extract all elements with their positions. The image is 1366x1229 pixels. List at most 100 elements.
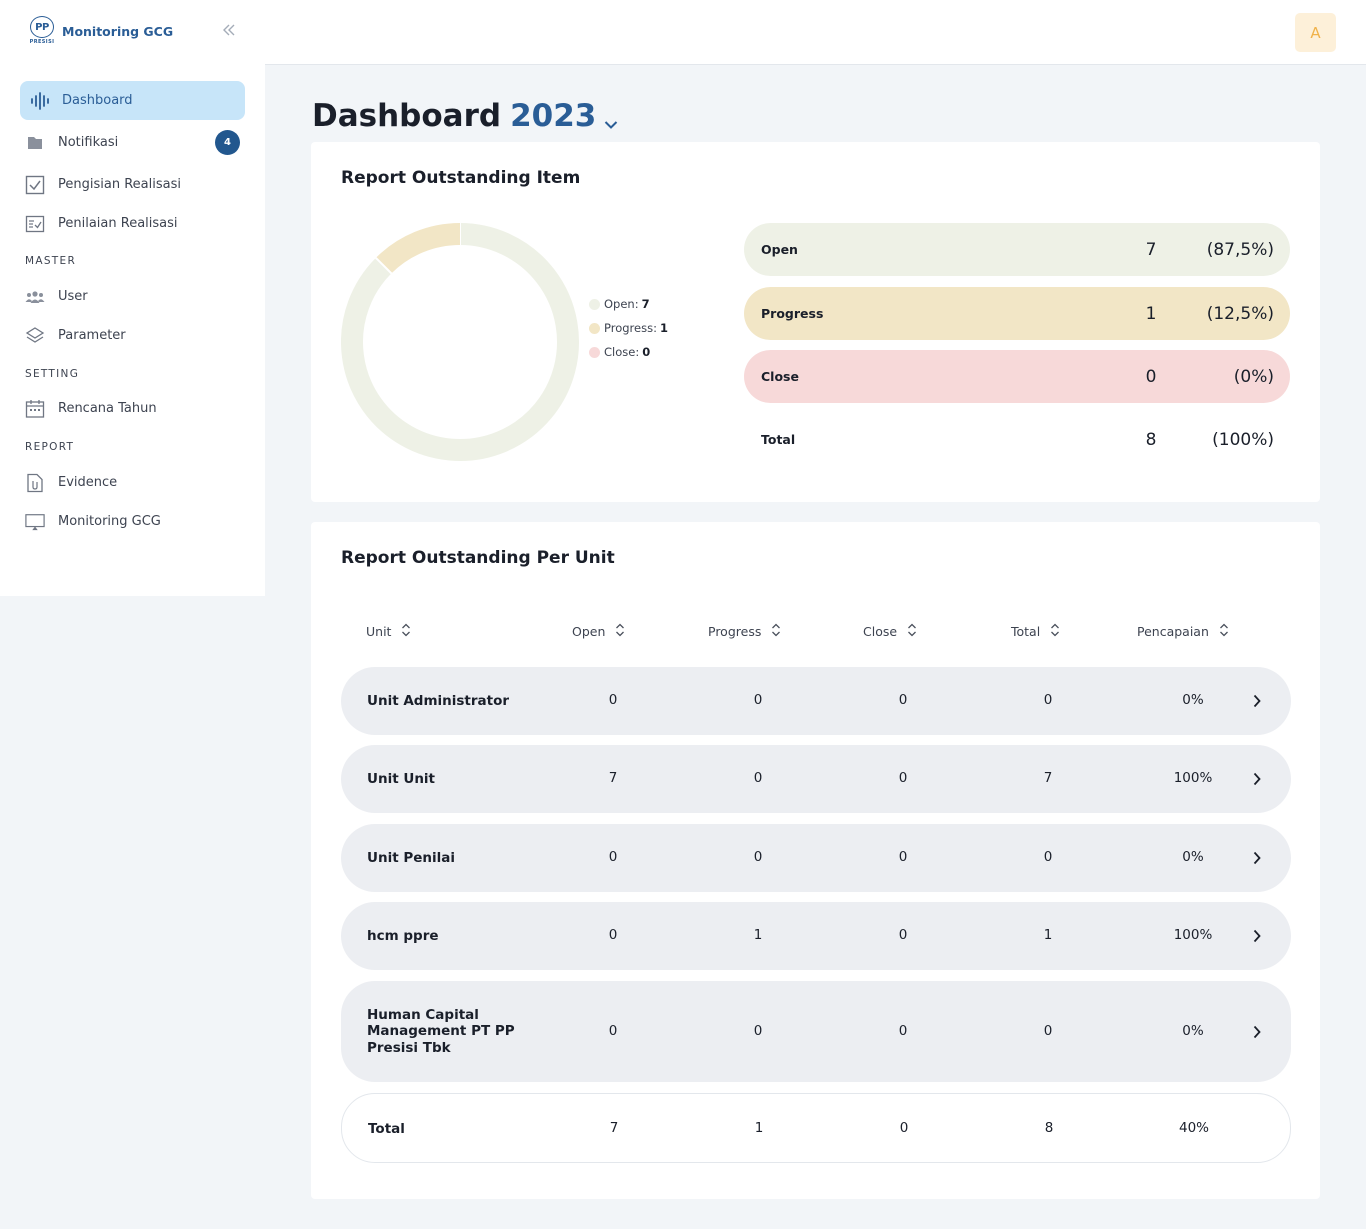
summary-row-open: Open 7 (87,5%)	[744, 223, 1290, 276]
chevron-down-icon[interactable]	[604, 102, 618, 138]
outstanding-item-card: Report Outstanding Item Open: 7 Progress…	[311, 142, 1320, 502]
page-title-text: Dashboard	[312, 98, 502, 134]
sidebar-item-evidence[interactable]: Evidence	[20, 463, 245, 502]
legend-swatch-progress	[589, 322, 600, 334]
legend-swatch-open	[589, 298, 600, 310]
sidebar-item-label: Notifikasi	[58, 135, 119, 150]
collapse-sidebar-button[interactable]	[220, 22, 238, 42]
table-row[interactable]: hcm ppre 0 1 0 1 100%	[341, 902, 1291, 970]
legend-swatch-close	[589, 346, 600, 358]
section-label-report: REPORT	[25, 441, 75, 453]
close-cell: 0	[898, 692, 908, 708]
summary-percent: (0%)	[1233, 366, 1274, 387]
sidebar-item-notifikasi[interactable]: Notifikasi 4	[20, 123, 245, 162]
layers-icon	[25, 326, 45, 346]
progress-cell: 1	[754, 1120, 764, 1136]
unit-name-cell: Unit Unit	[367, 770, 436, 787]
page-title: Dashboard 2023	[312, 94, 618, 138]
notification-count-badge: 4	[215, 130, 240, 155]
sort-icon[interactable]	[907, 622, 917, 641]
double-chevron-left-icon	[223, 24, 235, 36]
outstanding-donut-chart	[341, 223, 579, 461]
column-header-pencapaian[interactable]: Pencapaian	[1137, 622, 1229, 641]
pencapaian-cell: 0%	[1182, 692, 1204, 708]
sidebar-item-pengisian-realisasi[interactable]: Pengisian Realisasi	[20, 165, 245, 204]
section-label-setting: SETTING	[25, 368, 80, 380]
sort-icon[interactable]	[1219, 622, 1229, 641]
users-icon	[25, 287, 45, 307]
total-cell: 0	[1043, 692, 1053, 708]
summary-count: 0	[1145, 366, 1157, 387]
total-cell: 1	[1043, 927, 1053, 943]
sort-icon[interactable]	[401, 622, 411, 641]
table-row[interactable]: Unit Administrator 0 0 0 0 0%	[341, 667, 1291, 735]
chevron-right-icon[interactable]	[1252, 771, 1262, 791]
column-header-close[interactable]: Close	[863, 622, 917, 641]
column-header-label: Pencapaian	[1137, 624, 1209, 639]
column-header-label: Total	[1011, 624, 1041, 639]
legend-value: 0	[642, 345, 651, 359]
progress-cell: 0	[753, 770, 763, 786]
open-cell: 7	[609, 1120, 619, 1136]
open-cell: 0	[608, 927, 618, 943]
legend-item-progress: Progress: 1	[589, 316, 668, 340]
summary-row-close: Close 0 (0%)	[744, 350, 1290, 403]
table-row[interactable]: Human Capital Management PT PP Presisi T…	[341, 981, 1291, 1082]
progress-cell: 1	[753, 927, 763, 943]
column-header-total[interactable]: Total	[1011, 622, 1060, 641]
chevron-right-icon[interactable]	[1252, 928, 1262, 948]
summary-percent: (12,5%)	[1206, 303, 1274, 324]
open-cell: 0	[608, 692, 618, 708]
table-row[interactable]: Unit Penilai 0 0 0 0 0%	[341, 824, 1291, 892]
folder-icon	[25, 133, 45, 153]
card-title: Report Outstanding Per Unit	[341, 548, 615, 568]
summary-percent: (87,5%)	[1206, 239, 1274, 260]
app-name: Monitoring GCG	[62, 23, 174, 39]
summary-row-progress: Progress 1 (12,5%)	[744, 287, 1290, 340]
user-avatar[interactable]: A	[1295, 13, 1336, 52]
pencapaian-cell: 100%	[1173, 927, 1213, 943]
file-attachment-icon	[25, 473, 45, 493]
sidebar-item-monitoring-gcg[interactable]: Monitoring GCG	[20, 502, 245, 541]
sidebar-item-rencana-tahun[interactable]: Rencana Tahun	[20, 389, 245, 428]
column-header-open[interactable]: Open	[572, 622, 625, 641]
sidebar-item-label: User	[58, 289, 88, 304]
sidebar-item-user[interactable]: User	[20, 277, 245, 316]
sidebar-item-parameter[interactable]: Parameter	[20, 316, 245, 355]
section-label-master: MASTER	[25, 255, 77, 267]
pencapaian-cell: 100%	[1173, 770, 1213, 786]
sidebar-item-label: Dashboard	[62, 93, 133, 108]
summary-percent: (100%)	[1212, 429, 1274, 450]
sidebar-item-penilaian-realisasi[interactable]: Penilaian Realisasi	[20, 204, 245, 243]
year-selector[interactable]: 2023	[510, 98, 596, 134]
total-cell: 7	[1043, 770, 1053, 786]
sidebar-item-label: Parameter	[58, 328, 126, 343]
chevron-right-icon[interactable]	[1252, 1024, 1262, 1044]
summary-label: Open	[761, 242, 798, 257]
legend-label: Progress:	[604, 321, 657, 335]
summary-label: Close	[761, 369, 799, 384]
sidebar-item-label: Monitoring GCG	[58, 514, 161, 529]
close-cell: 0	[898, 927, 908, 943]
sidebar-item-dashboard[interactable]: Dashboard	[20, 81, 245, 120]
sort-icon[interactable]	[1050, 622, 1060, 641]
legend-item-open: Open: 7	[589, 292, 668, 316]
close-cell: 0	[898, 770, 908, 786]
column-header-label: Close	[863, 624, 898, 639]
progress-cell: 0	[753, 849, 763, 865]
sort-icon[interactable]	[771, 622, 781, 641]
legend-item-close: Close: 0	[589, 340, 668, 364]
column-header-progress[interactable]: Progress	[708, 622, 781, 641]
chevron-right-icon[interactable]	[1252, 693, 1262, 713]
unit-name-cell: Unit Administrator	[367, 692, 510, 709]
progress-cell: 0	[753, 692, 763, 708]
column-header-unit[interactable]: Unit	[366, 622, 411, 641]
brand[interactable]: PP PRESISI Monitoring GCG	[28, 16, 173, 46]
table-row[interactable]: Unit Unit 7 0 0 7 100%	[341, 745, 1291, 813]
chevron-right-icon[interactable]	[1252, 850, 1262, 870]
donut-slice-progress	[375, 223, 461, 274]
summary-label: Progress	[761, 306, 824, 321]
sort-icon[interactable]	[615, 622, 625, 641]
summary-count: 7	[1145, 239, 1157, 260]
legend-label: Close:	[604, 345, 640, 359]
